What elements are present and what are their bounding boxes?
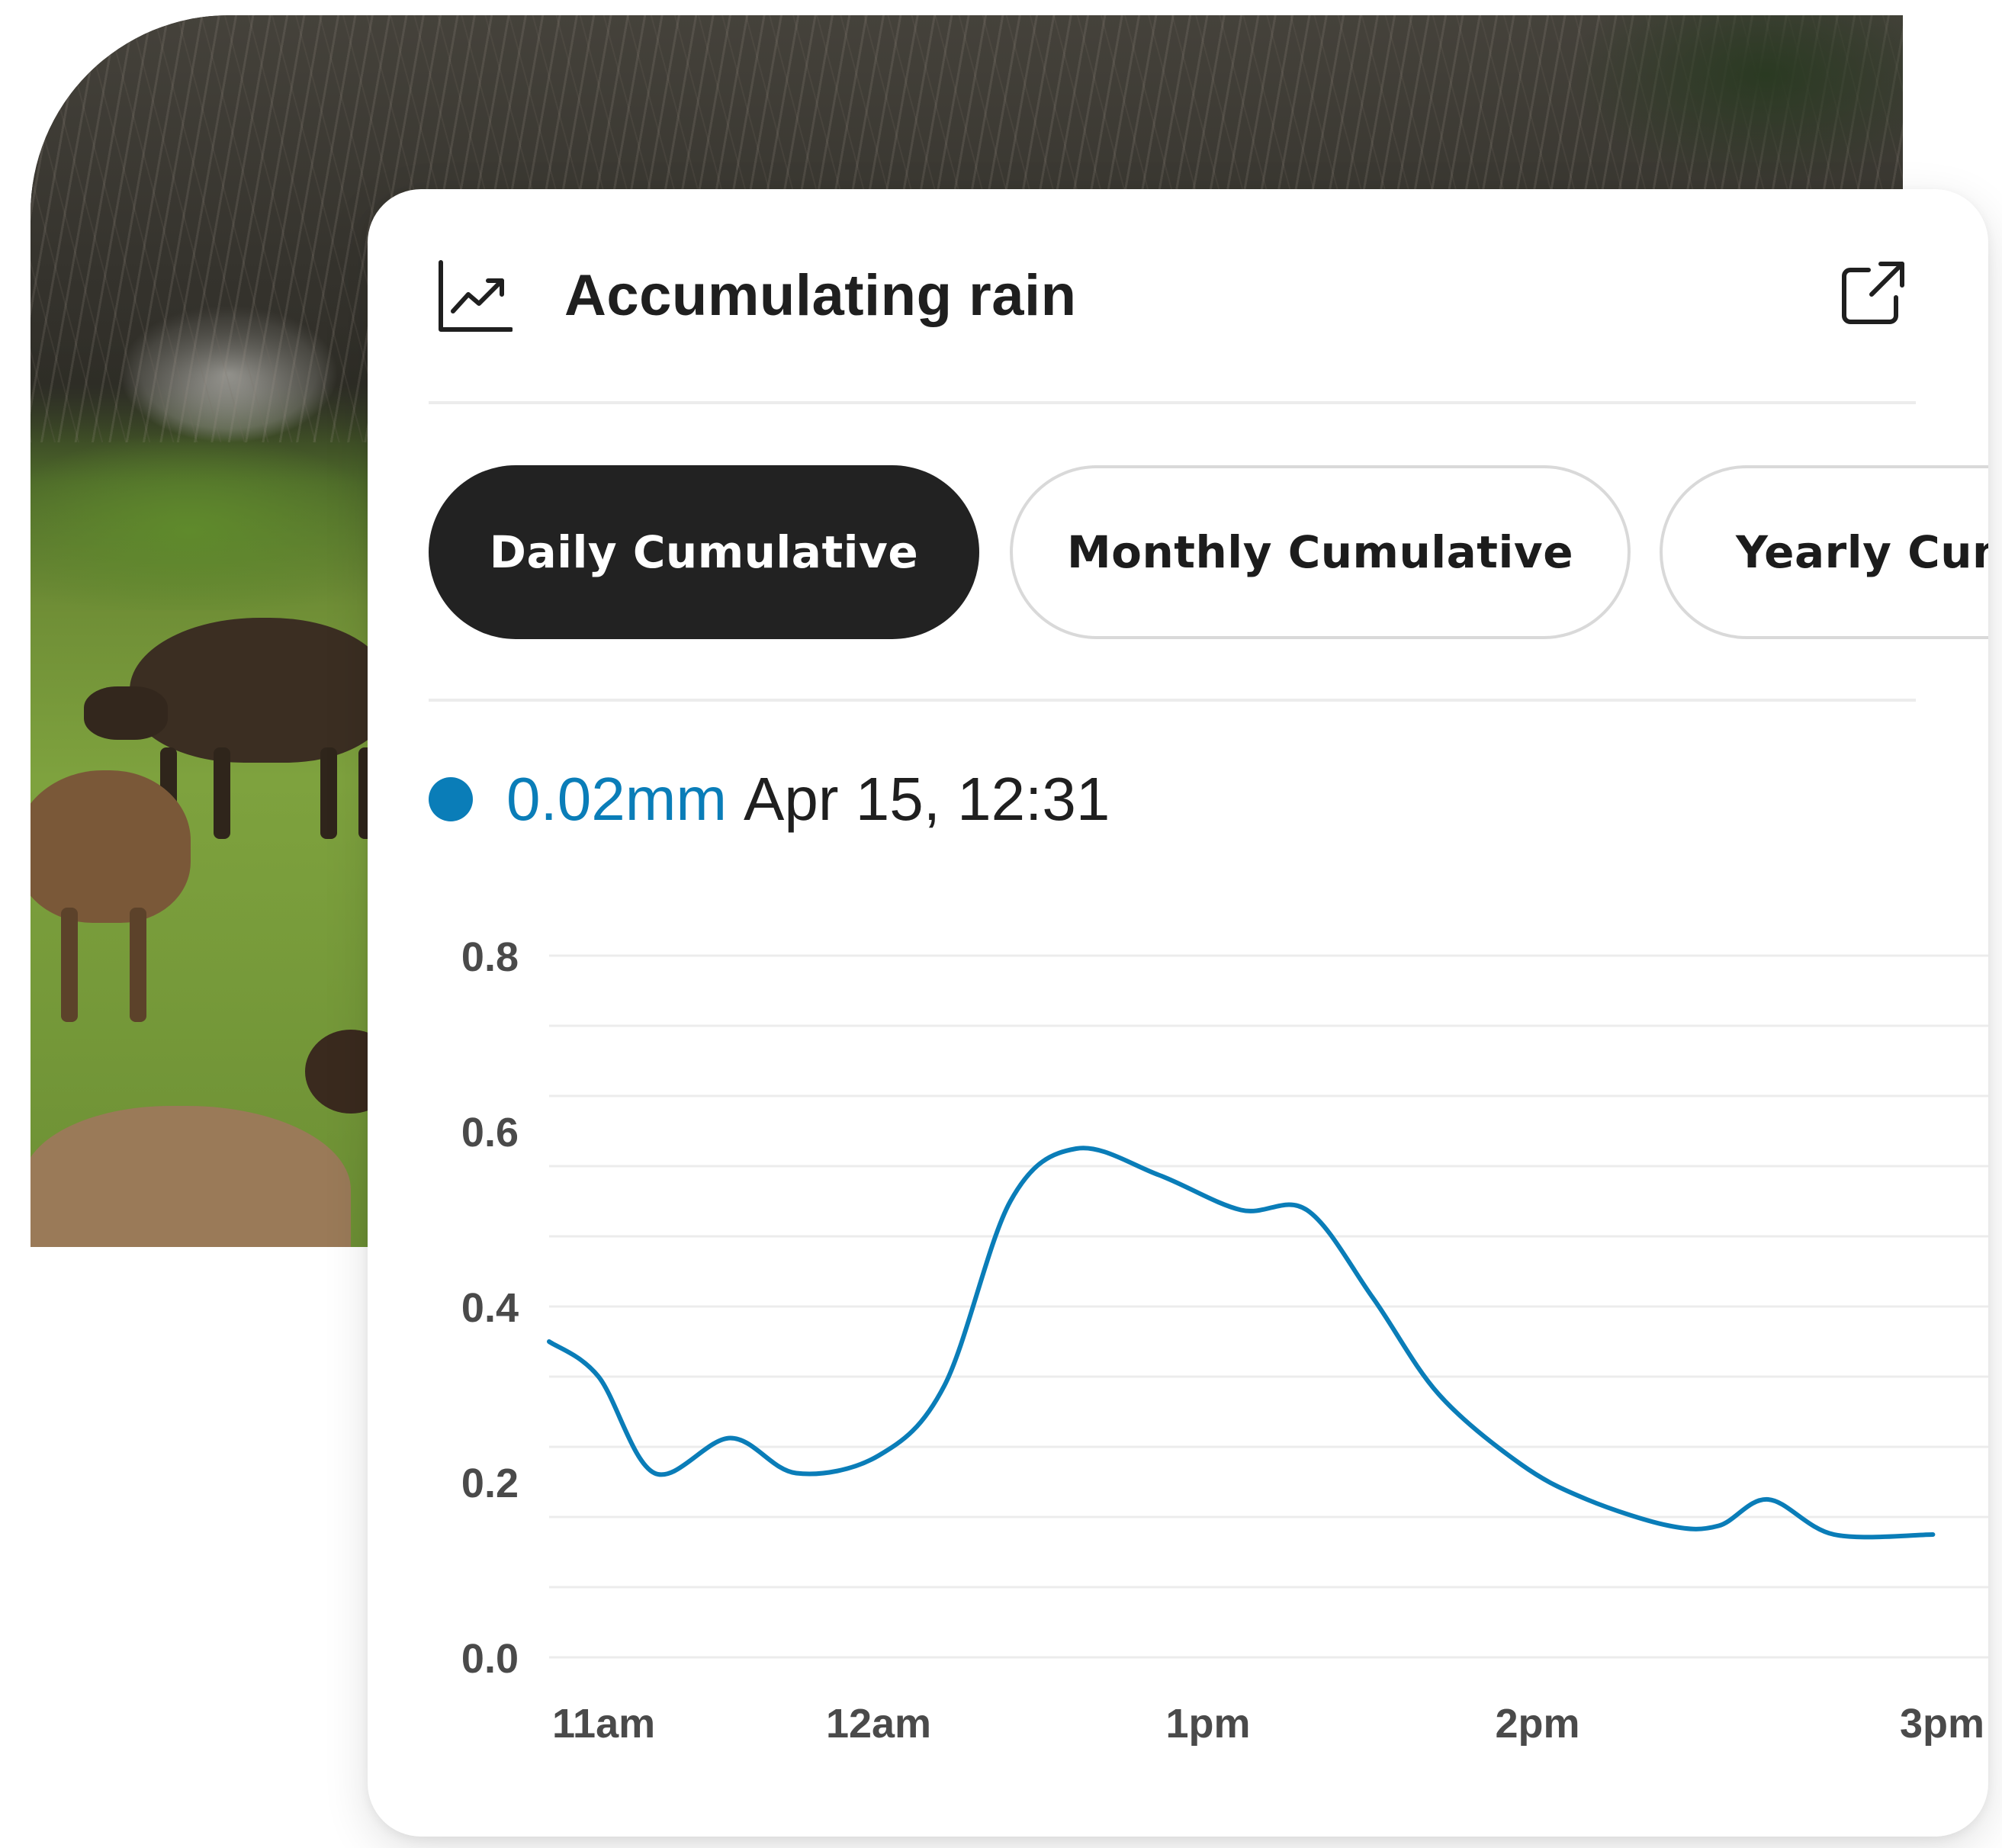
evergreen-area [1445, 15, 1903, 214]
x-tick-label: 3pm [1900, 1701, 1984, 1747]
y-tick-label: 0.8 [461, 934, 519, 980]
cow-leg [320, 747, 337, 839]
series-line [547, 1146, 1936, 1540]
x-tick-label: 2pm [1495, 1701, 1579, 1747]
y-tick-label: 0.2 [461, 1461, 519, 1506]
cow-figure [31, 1106, 351, 1247]
rain-card: Accumulating rain Daily Cumulative Month… [368, 189, 1988, 1837]
x-tick-label: 1pm [1165, 1701, 1250, 1747]
x-tick-label: 11am [552, 1701, 655, 1747]
cow-leg [61, 908, 78, 1022]
cow-figure [84, 618, 389, 839]
x-tick-label: 12am [826, 1701, 931, 1747]
y-tick-label: 0.6 [461, 1110, 519, 1155]
cow-leg [130, 908, 146, 1022]
cow-head [84, 686, 168, 740]
rain-line-chart[interactable]: 0.8 0.6 0.4 0.2 0.0 11am 12am 1pm 2pm 3pm [368, 189, 1988, 1837]
y-tick-label: 0.4 [461, 1285, 519, 1331]
cow-leg [214, 747, 230, 839]
y-tick-label: 0.0 [461, 1636, 519, 1682]
cow-figure [31, 770, 191, 1022]
